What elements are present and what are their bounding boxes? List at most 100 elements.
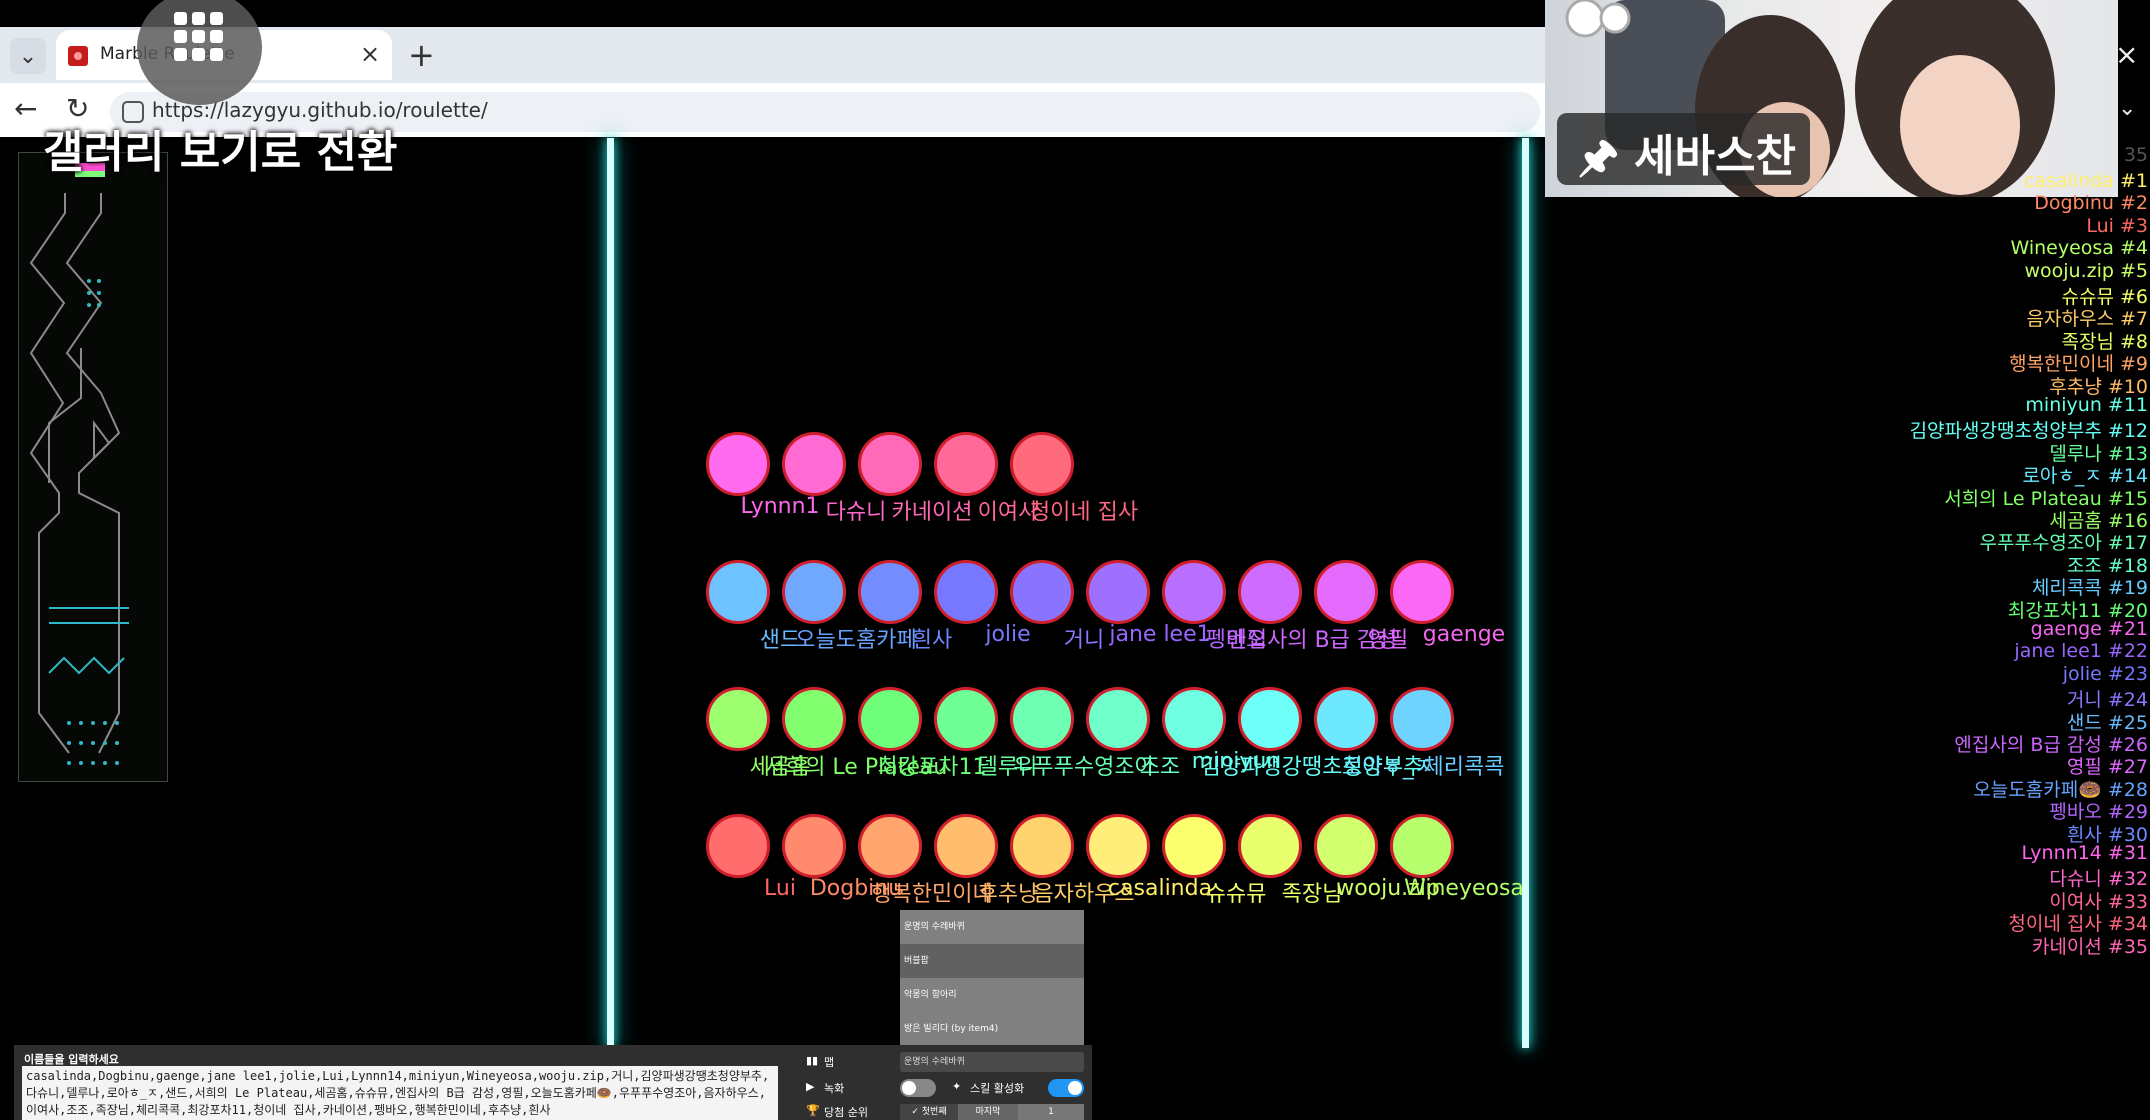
marble xyxy=(1086,687,1150,751)
marble-label: 거니 xyxy=(1063,628,1105,653)
record-label: 녹화 xyxy=(824,1082,845,1095)
marble xyxy=(1314,560,1378,624)
window-close-icon[interactable]: × xyxy=(2115,38,2138,71)
marble-label: 체리콕콕 xyxy=(1423,755,1505,780)
ranking-item: Lynnn14 #31 xyxy=(2021,842,2148,864)
marble-label: 오늘도홈카페 xyxy=(795,628,917,653)
marble-label: 족장님 xyxy=(1281,882,1343,907)
map-icon: ▮▮ xyxy=(806,1054,819,1067)
tab-close-icon[interactable]: × xyxy=(360,40,380,68)
marble xyxy=(706,814,770,878)
apps-dot xyxy=(174,48,187,61)
marble xyxy=(1086,560,1150,624)
apps-dot xyxy=(192,12,205,25)
marble xyxy=(858,687,922,751)
marble xyxy=(1010,814,1074,878)
marble xyxy=(1390,687,1454,751)
map-option[interactable]: 악몽의 항아리 xyxy=(900,978,1084,1012)
rank-label: 당첨 순위 xyxy=(824,1106,868,1119)
marble-label: 흰사 xyxy=(911,628,953,653)
marble xyxy=(1238,814,1302,878)
marble xyxy=(1010,432,1074,496)
marble xyxy=(706,687,770,751)
marble xyxy=(782,432,846,496)
right-wall xyxy=(1522,138,1529,1048)
record-toggle[interactable] xyxy=(900,1079,936,1097)
marble xyxy=(1010,560,1074,624)
apps-dot xyxy=(192,48,205,61)
marble xyxy=(1238,560,1302,624)
rank-number-input[interactable]: 1 xyxy=(1018,1104,1084,1120)
map-dropdown-list[interactable]: 운명의 수레바퀴 버블팝 악몽의 항아리 방은 빌리다 (by item4) xyxy=(900,910,1084,1050)
minimap xyxy=(18,152,168,782)
skill-toggle[interactable] xyxy=(1048,1079,1084,1097)
marble-label: Lui xyxy=(764,876,796,901)
marble-label: jane lee1 xyxy=(1109,622,1211,647)
marble-label: 샌드 xyxy=(759,628,801,653)
new-tab-button[interactable]: + xyxy=(408,36,435,74)
map-option[interactable]: 운명의 수레바퀴 xyxy=(900,910,1084,944)
marble xyxy=(1162,814,1226,878)
ranking-item: Dogbinu #2 xyxy=(2034,192,2148,215)
marble xyxy=(1390,814,1454,878)
marble xyxy=(706,432,770,496)
trophy-icon: 🏆 xyxy=(806,1104,820,1117)
ranking-total: 35 xyxy=(2123,144,2148,166)
marble-label: 최강포차11 xyxy=(877,755,987,780)
marble-label: 슈슈뮤 xyxy=(1205,882,1267,907)
marble xyxy=(934,814,998,878)
ranking-item: 카네이션 #35 xyxy=(2031,935,2148,958)
marble-label: gaenge xyxy=(1422,622,1506,647)
skill-label: 스킬 활성화 xyxy=(970,1082,1025,1095)
marble-label: 조조 xyxy=(1139,755,1181,780)
record-icon: ▶ xyxy=(806,1080,815,1093)
marble-label: Lynnn1 xyxy=(740,494,820,519)
marble xyxy=(858,814,922,878)
skill-icon: ✦ xyxy=(952,1080,962,1093)
ranking-item: Wineyeosa #4 xyxy=(2010,237,2148,260)
marble xyxy=(934,687,998,751)
marble xyxy=(1010,687,1074,751)
marble xyxy=(858,432,922,496)
map-option[interactable]: 방은 빌리다 (by item4) xyxy=(900,1012,1084,1046)
marble xyxy=(782,560,846,624)
marble xyxy=(782,814,846,878)
marble-label: 행복한민이네 xyxy=(871,882,993,907)
marble-label: 후추냥 xyxy=(977,882,1039,907)
ranking-item: Lui #3 xyxy=(2086,214,2148,237)
gallery-view-toggle[interactable]: 갤러리 보기로 전환 xyxy=(43,116,397,180)
marble-label: 카네이션 xyxy=(891,500,973,525)
marble-label: 로아ㅎ_ㅈ xyxy=(1342,755,1434,780)
ranking-item: jolie #23 xyxy=(2062,662,2148,685)
rank-last-button[interactable]: 마지막 xyxy=(958,1104,1018,1120)
profile-chevron-icon[interactable]: ⌄ xyxy=(2118,96,2136,121)
marble-label: Wineyeosa xyxy=(1404,876,1524,901)
marble-label: jolie xyxy=(985,622,1031,647)
names-input[interactable]: casalinda,Dogbinu,gaenge,jane lee1,jolie… xyxy=(22,1066,778,1120)
marble xyxy=(1238,687,1302,751)
ranking-item: jane lee1 #22 xyxy=(2014,640,2148,663)
marble xyxy=(706,560,770,624)
ranking-item: miniyun #11 xyxy=(2025,394,2148,416)
apps-dot xyxy=(210,48,223,61)
marble xyxy=(934,432,998,496)
map-option[interactable]: 버블팝 xyxy=(900,944,1084,978)
rank-first-button[interactable]: ✓ 첫번째 xyxy=(900,1104,958,1120)
webcam-name: 🖈 세바스찬 xyxy=(1578,131,1796,182)
marble xyxy=(782,687,846,751)
apps-dot xyxy=(210,30,223,43)
apps-dot xyxy=(210,12,223,25)
back-arrow-icon[interactable]: ← xyxy=(14,92,37,125)
marble-label: 청이네 집사 xyxy=(1029,500,1139,525)
marble-favicon-icon xyxy=(68,46,88,66)
marble xyxy=(934,560,998,624)
marble xyxy=(1162,687,1226,751)
marble xyxy=(1314,814,1378,878)
left-wall xyxy=(607,138,614,1048)
marble xyxy=(1314,687,1378,751)
tab-search-chevron-icon[interactable]: ⌄ xyxy=(10,38,46,74)
marble-label: 다슈니 xyxy=(825,500,887,525)
ranking-item: wooju.zip #5 xyxy=(2024,259,2148,282)
marble-label: 우푸푸수영조아 xyxy=(1013,755,1155,780)
map-select[interactable]: 운명의 수레바퀴 xyxy=(900,1052,1084,1072)
